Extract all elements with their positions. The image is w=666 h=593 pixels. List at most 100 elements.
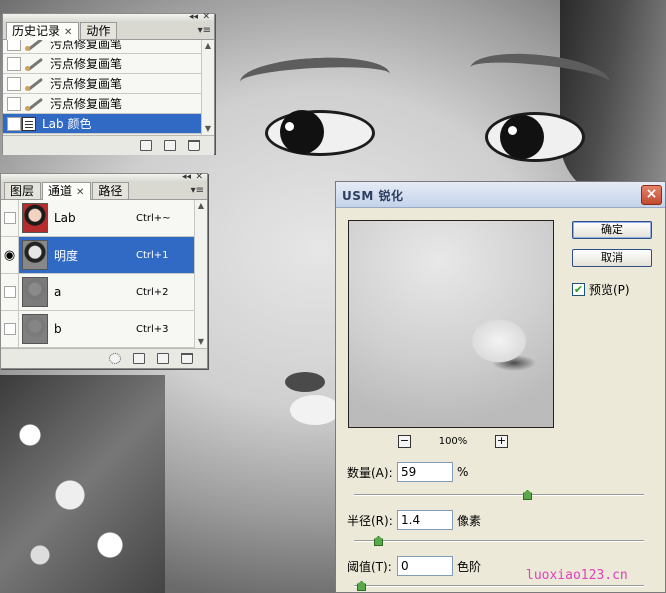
cancel-button[interactable]: 取消 bbox=[572, 249, 652, 267]
history-scrollbar[interactable]: ▲ ▼ bbox=[201, 40, 214, 135]
new-channel-icon[interactable] bbox=[157, 353, 169, 364]
channel-row-selected[interactable]: ◉ 明度 Ctrl+1 bbox=[1, 237, 194, 274]
snapshot-source-checkbox[interactable] bbox=[7, 40, 21, 51]
visibility-toggle[interactable] bbox=[1, 311, 19, 347]
tab-label: 路径 bbox=[98, 184, 123, 198]
channel-row[interactable]: Lab Ctrl+~ bbox=[1, 200, 194, 237]
load-selection-icon[interactable] bbox=[109, 353, 121, 364]
history-item-label: 污点修复画笔 bbox=[50, 57, 123, 71]
eye-off-icon bbox=[3, 286, 16, 298]
channel-shortcut: Ctrl+2 bbox=[136, 286, 169, 298]
tab-layers[interactable]: 图层 bbox=[4, 182, 42, 199]
close-icon[interactable]: ✕ bbox=[76, 187, 84, 198]
channel-name: a bbox=[54, 285, 62, 299]
new-document-icon[interactable] bbox=[140, 140, 152, 151]
channel-row[interactable]: a Ctrl+2 bbox=[1, 274, 194, 311]
amount-slider[interactable] bbox=[354, 490, 644, 500]
channel-row[interactable]: b Ctrl+3 bbox=[1, 311, 194, 348]
slider-thumb[interactable] bbox=[523, 490, 532, 500]
save-selection-icon[interactable] bbox=[133, 353, 145, 364]
history-item[interactable]: 污点修复画笔 bbox=[3, 94, 201, 114]
channel-name: 明度 bbox=[54, 248, 79, 263]
radius-input[interactable] bbox=[397, 510, 453, 530]
channel-name: Lab bbox=[54, 211, 76, 225]
channels-palette: ◂◂ ✕ 图层 通道 ✕ 路径 ▾≡ ▲ ▼ Lab Ctrl+~ ◉ 明度 Ct… bbox=[0, 173, 208, 369]
tab-actions[interactable]: 动作 bbox=[80, 22, 118, 39]
scroll-up-icon[interactable]: ▲ bbox=[195, 200, 207, 212]
visibility-toggle[interactable] bbox=[1, 274, 19, 310]
palette-menu-icon[interactable]: ▾≡ bbox=[198, 25, 211, 36]
iris-right bbox=[500, 115, 544, 159]
minimize-icon[interactable]: ◂◂ bbox=[189, 13, 198, 22]
lip-highlight bbox=[290, 395, 340, 425]
close-icon[interactable]: ✕ bbox=[64, 27, 72, 38]
tab-paths[interactable]: 路径 bbox=[92, 182, 130, 199]
dialog-title: USM 锐化 bbox=[342, 189, 404, 203]
slider-track bbox=[354, 494, 644, 496]
catchlight-right bbox=[508, 126, 517, 135]
snapshot-source-checkbox[interactable] bbox=[7, 76, 21, 91]
tab-channels[interactable]: 通道 ✕ bbox=[42, 182, 92, 200]
preview-image[interactable] bbox=[348, 220, 554, 428]
zoom-controls: − 100% + bbox=[398, 434, 508, 448]
channel-shortcut: Ctrl+1 bbox=[136, 249, 169, 261]
close-icon[interactable]: ✕ bbox=[195, 173, 203, 182]
scroll-up-icon[interactable]: ▲ bbox=[202, 40, 214, 52]
preview-checkbox[interactable]: ✔ 预览(P) bbox=[572, 281, 630, 298]
slider-thumb[interactable] bbox=[357, 581, 366, 591]
channel-thumbnail bbox=[22, 203, 48, 233]
camera-snapshot-icon[interactable] bbox=[164, 140, 176, 151]
palette-menu-icon[interactable]: ▾≡ bbox=[191, 185, 204, 196]
amount-input[interactable] bbox=[397, 462, 453, 482]
dialog-titlebar[interactable]: USM 锐化 × bbox=[336, 182, 665, 208]
channel-thumbnail bbox=[22, 277, 48, 307]
zoom-out-button[interactable]: − bbox=[398, 434, 411, 448]
zoom-in-button[interactable]: + bbox=[495, 433, 508, 448]
palette-grip[interactable]: ◂◂ ✕ bbox=[1, 173, 207, 182]
tab-history[interactable]: 历史记录 ✕ bbox=[6, 22, 80, 40]
minimize-icon[interactable]: ◂◂ bbox=[182, 173, 191, 182]
unsharp-mask-dialog: USM 锐化 × − 100% + 确定 取消 ✔ 预览(P) 数量(A): %… bbox=[335, 181, 666, 593]
history-item[interactable]: 污点修复画笔 bbox=[3, 40, 201, 54]
channel-name: b bbox=[54, 322, 62, 336]
ok-button[interactable]: 确定 bbox=[572, 221, 652, 239]
channels-scrollbar[interactable]: ▲ ▼ bbox=[194, 200, 207, 348]
history-tabs: 历史记录 ✕ 动作 ▾≡ bbox=[3, 22, 214, 40]
close-button[interactable]: × bbox=[641, 185, 662, 205]
amount-label: 数量(A): bbox=[347, 465, 393, 480]
tab-label: 通道 bbox=[48, 184, 73, 198]
history-item-label: 污点修复画笔 bbox=[50, 40, 123, 51]
history-state-marker-icon: ▶ bbox=[8, 118, 15, 129]
radius-unit: 像素 bbox=[457, 513, 482, 528]
trash-icon[interactable] bbox=[188, 140, 200, 151]
plus-icon: + bbox=[496, 433, 507, 447]
eye-icon: ◉ bbox=[3, 247, 16, 263]
threshold-label: 阈值(T): bbox=[347, 559, 392, 574]
healing-brush-icon bbox=[24, 97, 44, 111]
threshold-input[interactable] bbox=[397, 556, 453, 576]
scroll-down-icon[interactable]: ▼ bbox=[195, 336, 207, 348]
history-item[interactable]: 污点修复画笔 bbox=[3, 54, 201, 74]
snapshot-source-checkbox[interactable] bbox=[7, 56, 21, 71]
close-icon[interactable]: ✕ bbox=[202, 13, 210, 22]
visibility-toggle[interactable] bbox=[1, 200, 19, 236]
threshold-unit: 色阶 bbox=[457, 559, 482, 574]
amount-row: 数量(A): % bbox=[347, 462, 468, 482]
radius-slider[interactable] bbox=[354, 536, 644, 546]
watermark-text: luoxiao123.cn bbox=[526, 568, 628, 583]
history-list: ▲ ▼ 污点修复画笔 污点修复画笔 污点修复画笔 污点修复画笔 ▶ Lab 颜色 bbox=[3, 40, 214, 135]
palette-grip[interactable]: ◂◂ ✕ bbox=[3, 13, 214, 22]
history-item-label: 污点修复画笔 bbox=[50, 77, 123, 91]
channel-shortcut: Ctrl+~ bbox=[136, 212, 171, 224]
eye-off-icon bbox=[3, 212, 16, 224]
history-item[interactable]: 污点修复画笔 bbox=[3, 74, 201, 94]
snapshot-source-checkbox[interactable] bbox=[7, 96, 21, 111]
history-item-current[interactable]: ▶ Lab 颜色 bbox=[3, 114, 201, 134]
scroll-down-icon[interactable]: ▼ bbox=[202, 123, 214, 135]
healing-brush-icon bbox=[24, 40, 44, 51]
visibility-toggle[interactable]: ◉ bbox=[1, 237, 19, 273]
slider-track bbox=[354, 585, 644, 587]
trash-icon[interactable] bbox=[181, 353, 193, 364]
slider-thumb[interactable] bbox=[374, 536, 383, 546]
radius-row: 半径(R): 像素 bbox=[347, 510, 481, 530]
